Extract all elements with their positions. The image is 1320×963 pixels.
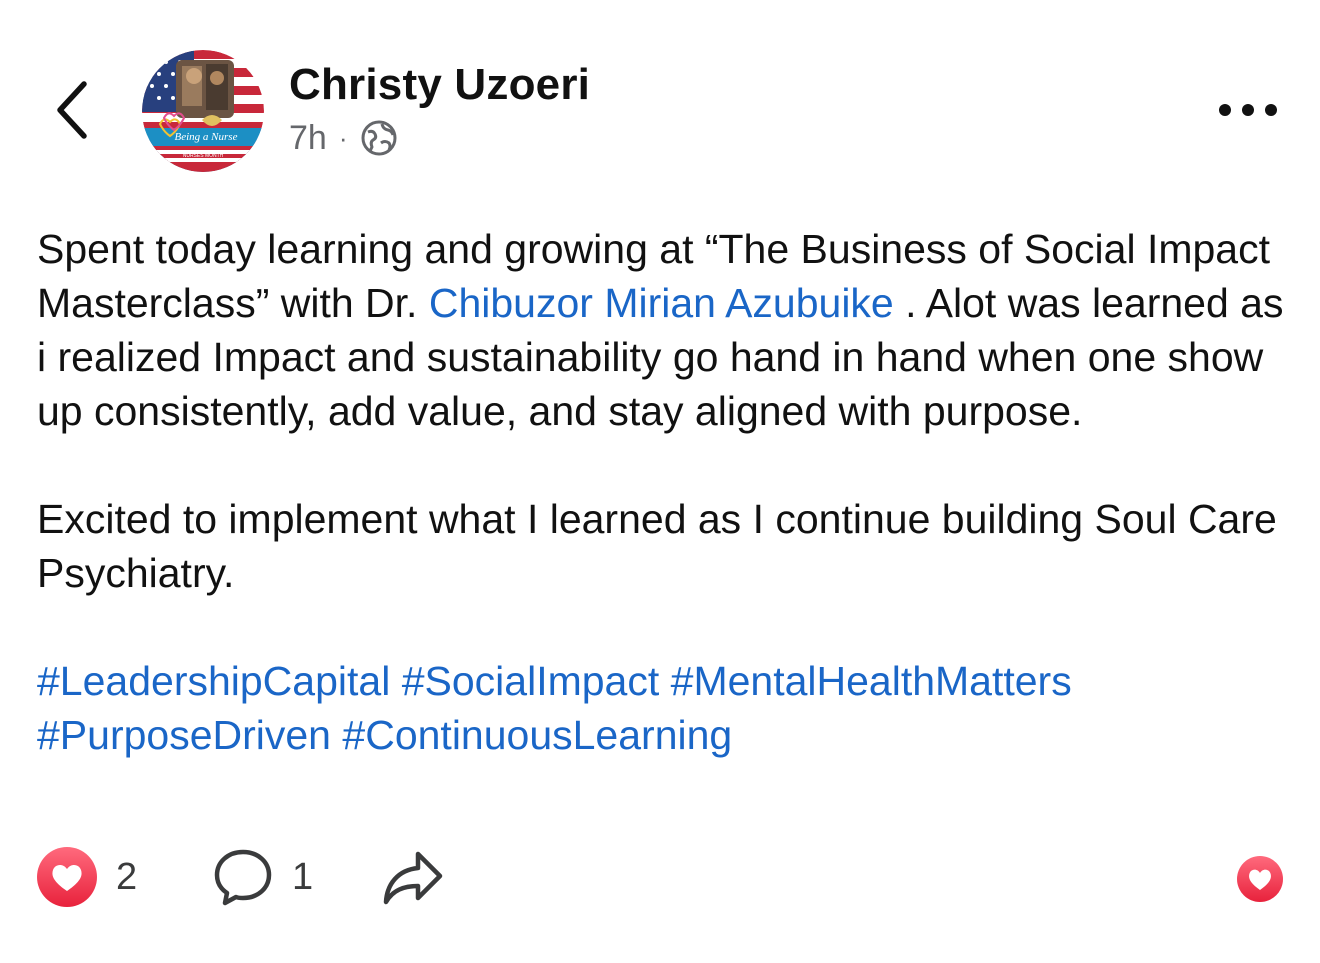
reactions-button[interactable]: 2 [36,846,137,908]
avatar-image: Being a Nurse NURSES MONTH [142,50,264,172]
hashtag-link[interactable]: #PurposeDriven [37,712,331,758]
heart-icon [1237,856,1283,902]
post-timestamp[interactable]: 7h [289,119,327,158]
share-button[interactable] [380,846,446,908]
hashtag-link[interactable]: #SocialImpact [402,658,660,704]
chevron-left-icon [57,81,87,139]
post-paragraph-2: Excited to implement what I learned as I… [37,496,1277,596]
avatar-subtext: NURSES MONTH [183,153,224,159]
more-options-button[interactable] [1212,90,1284,130]
more-horizontal-icon [1219,104,1277,116]
hashtags: #LeadershipCapital #SocialImpact #Mental… [37,654,1297,762]
author-name[interactable]: Christy Uzoeri [289,60,590,110]
post-meta: 7h · [289,118,398,158]
meta-separator: · [338,122,348,153]
hashtag-link[interactable]: #LeadershipCapital [37,658,390,704]
globe-icon[interactable] [360,119,398,157]
post-paragraph-1: Spent today learning and growing at “The… [37,222,1297,438]
comment-icon [214,849,272,906]
avatar[interactable]: Being a Nurse NURSES MONTH [142,50,264,172]
love-reaction-button[interactable] [1236,855,1284,903]
post-body: Spent today learning and growing at “The… [37,222,1297,762]
reaction-count: 2 [116,855,138,898]
back-button[interactable] [48,78,96,142]
comment-button[interactable]: 1 [212,846,313,908]
mention-link[interactable]: Chibuzor Mirian Azubuike [429,280,894,326]
share-icon [383,851,443,905]
hashtag-link[interactable]: #ContinuousLearning [342,712,732,758]
hashtag-link[interactable]: #MentalHealthMatters [671,658,1072,704]
comment-count: 1 [292,855,314,898]
action-bar: 2 1 [0,840,1320,920]
avatar-text: Being a Nurse [175,131,238,143]
love-reaction-icon [37,847,97,907]
